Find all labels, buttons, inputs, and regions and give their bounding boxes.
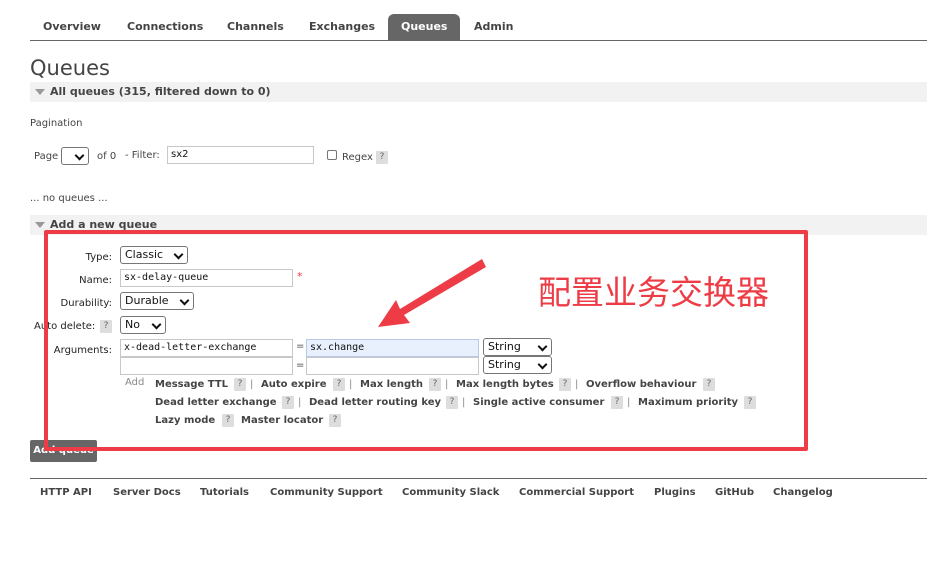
tab-queues[interactable]: Queues [388, 14, 461, 40]
regex-checkbox[interactable] [327, 150, 337, 160]
nav-tabs: Overview Connections Channels Exchanges … [30, 14, 927, 41]
footer-link-github[interactable]: GitHub [715, 487, 754, 498]
filter-label: - Filter: [125, 150, 160, 161]
collapse-triangle-icon [35, 222, 45, 228]
pagination-title: Pagination [30, 118, 83, 129]
of-pages-label: of 0 [97, 151, 117, 162]
tab-connections[interactable]: Connections [127, 14, 203, 40]
regex-help-icon[interactable]: ? [376, 151, 388, 164]
footer-link-changelog[interactable]: Changelog [773, 487, 833, 498]
filter-input[interactable]: sx2 [167, 146, 314, 164]
footer: HTTP API Server Docs Tutorials Community… [30, 478, 927, 509]
footer-link-tutorials[interactable]: Tutorials [200, 487, 249, 498]
collapse-triangle-icon [35, 89, 45, 95]
annotation-text: 配置业务交换器 [538, 273, 769, 312]
annotation-arrow-shape [378, 259, 486, 327]
footer-link-commercial-support[interactable]: Commercial Support [519, 487, 634, 498]
regex-label: Regex [342, 152, 373, 163]
annotation-arrow-icon [378, 259, 486, 327]
footer-link-server-docs[interactable]: Server Docs [113, 487, 181, 498]
all-queues-title: All queues (315, filtered down to 0) [50, 85, 271, 98]
all-queues-section-header[interactable]: All queues (315, filtered down to 0) [30, 82, 927, 102]
footer-link-community-support[interactable]: Community Support [270, 487, 383, 498]
tab-exchanges[interactable]: Exchanges [309, 14, 375, 40]
footer-link-plugins[interactable]: Plugins [654, 487, 696, 498]
tab-overview[interactable]: Overview [43, 14, 101, 40]
footer-link-community-slack[interactable]: Community Slack [402, 487, 499, 498]
no-queues-text: ... no queues ... [30, 193, 108, 204]
page-title: Queues [30, 56, 110, 80]
tab-channels[interactable]: Channels [227, 14, 284, 40]
page-label: Page [34, 151, 59, 162]
page-select[interactable] [61, 147, 89, 165]
tab-admin[interactable]: Admin [474, 14, 513, 40]
chevron-down-icon [74, 150, 85, 161]
footer-link-http-api[interactable]: HTTP API [40, 487, 92, 498]
